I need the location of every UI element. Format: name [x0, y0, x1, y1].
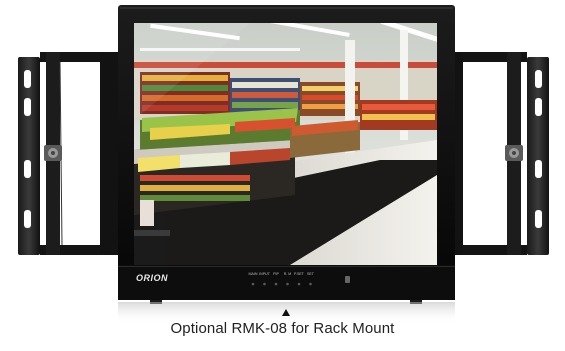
monitor-illustration: ORION MAIN INPUT PIP R. M P.SET SET — [18, 5, 549, 324]
brand-logo: ORION — [136, 273, 168, 283]
button-label-rm: R. M — [284, 272, 292, 276]
front-panel-button[interactable] — [263, 282, 266, 286]
button-label-pset: P.SET — [294, 272, 305, 276]
caption-arrow-icon — [282, 309, 290, 316]
caption-text: Optional RMK-08 for Rack Mount — [170, 320, 395, 337]
right-rack-bracket — [445, 52, 549, 255]
button-label-set: SET — [307, 272, 315, 276]
front-panel-button[interactable] — [251, 282, 255, 286]
left-rack-bracket — [18, 52, 120, 255]
button-label-main: MAIN — [249, 272, 258, 276]
button-label-pip: PIP — [273, 272, 279, 276]
front-panel-button[interactable] — [274, 282, 278, 286]
front-panel-button[interactable] — [297, 282, 301, 286]
front-panel-button[interactable] — [309, 282, 312, 286]
front-panel-button[interactable] — [286, 282, 289, 286]
power-button[interactable] — [345, 276, 350, 283]
product-photo: ORION MAIN INPUT PIP R. M P.SET SET Optional … — [0, 0, 565, 346]
button-label-input: INPUT — [259, 272, 271, 276]
